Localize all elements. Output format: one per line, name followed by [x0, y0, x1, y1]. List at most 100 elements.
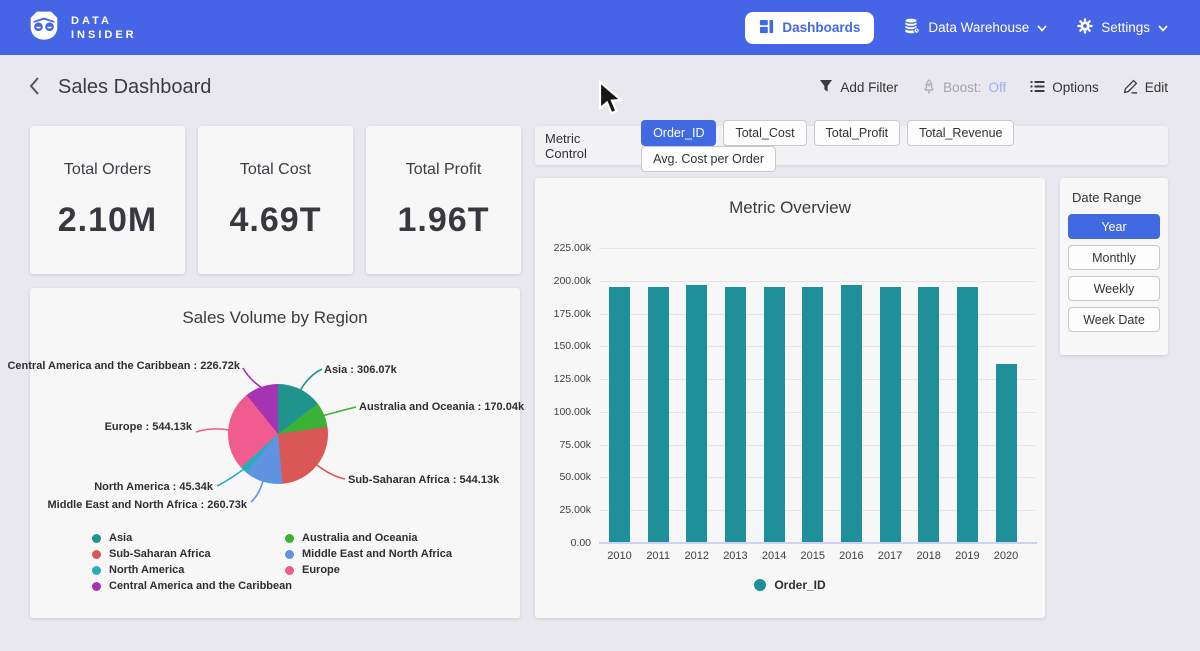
legend-dot — [285, 534, 294, 543]
back-button[interactable] — [28, 76, 40, 99]
y-axis-tick: 75.00k — [535, 439, 591, 451]
options-button[interactable]: Options — [1030, 80, 1099, 96]
pie-leader-line — [251, 481, 263, 502]
x-axis-label: 2019 — [947, 550, 987, 562]
legend-dot — [92, 534, 101, 543]
metric-option-button[interactable]: Avg. Cost per Order — [641, 146, 776, 172]
rocket-icon — [922, 79, 936, 97]
legend-label: Central America and the Caribbean — [109, 580, 292, 592]
metric-control-label: Metric Control — [545, 131, 625, 161]
nav-data-warehouse[interactable]: Data Warehouse — [904, 18, 1047, 37]
chevron-down-icon — [1158, 20, 1168, 35]
app-logo[interactable]: DATA INSIDER — [28, 9, 137, 46]
legend-item[interactable]: Sub-Saharan Africa — [92, 548, 285, 560]
x-axis-label: 2010 — [600, 550, 640, 562]
legend-label: Middle East and North Africa — [302, 548, 452, 560]
legend-label: Order_ID — [774, 578, 825, 592]
legend-item[interactable]: Asia — [92, 532, 285, 544]
bar[interactable] — [918, 287, 939, 543]
date-range-label: Date Range — [1072, 190, 1160, 205]
y-axis-tick: 225.00k — [535, 242, 591, 254]
pie-leader-line — [317, 465, 345, 479]
bar[interactable] — [686, 285, 707, 543]
kpi-card-total-orders: Total Orders 2.10M — [30, 126, 185, 274]
boost-state: Off — [988, 80, 1006, 95]
add-filter-label: Add Filter — [840, 80, 898, 95]
y-axis-tick: 100.00k — [535, 406, 591, 418]
legend-item[interactable]: North America — [92, 564, 285, 576]
y-axis-tick: 125.00k — [535, 373, 591, 385]
pie-callout: Middle East and North Africa : 260.73k — [48, 499, 247, 511]
top-nav: DATA INSIDER Dashboards — [0, 0, 1200, 55]
kpi-value: 2.10M — [58, 201, 158, 240]
pie-callout: Asia : 306.07k — [324, 364, 397, 376]
gridline — [599, 281, 1035, 282]
pie[interactable] — [228, 384, 328, 484]
y-axis-tick: 150.00k — [535, 340, 591, 352]
bar[interactable] — [957, 287, 978, 543]
metric-option-button[interactable]: Total_Profit — [814, 120, 901, 146]
legend-item[interactable]: Europe — [285, 564, 452, 576]
bar[interactable] — [648, 287, 669, 543]
nav-settings[interactable]: Settings — [1077, 18, 1168, 37]
y-axis-tick: 25.00k — [535, 504, 591, 516]
metric-option-button[interactable]: Total_Revenue — [907, 120, 1014, 146]
x-axis-label: 2012 — [677, 550, 717, 562]
kpi-value: 4.69T — [230, 201, 322, 240]
x-axis-label: 2016 — [831, 550, 871, 562]
legend-item[interactable]: Central America and the Caribbean — [92, 580, 285, 592]
x-axis-line — [599, 542, 1037, 544]
options-label: Options — [1052, 80, 1099, 95]
bar[interactable] — [880, 287, 901, 543]
y-axis-tick: 50.00k — [535, 471, 591, 483]
chevron-down-icon — [1037, 20, 1047, 35]
pencil-icon — [1123, 79, 1138, 97]
bar[interactable] — [841, 285, 862, 543]
bar[interactable] — [802, 287, 823, 543]
metric-control-options: Order_ID Total_Cost Total_ProfitTotal_Reve… — [641, 120, 1158, 172]
pie-chart-title: Sales Volume by Region — [30, 308, 520, 328]
kpi-label: Total Orders — [64, 161, 151, 179]
pie-callout: Sub-Saharan Africa : 544.13k — [348, 474, 499, 486]
date-range-option-button[interactable]: Year — [1068, 214, 1160, 239]
bar[interactable] — [764, 287, 785, 543]
list-icon — [1030, 80, 1045, 96]
bar-chart-title: Metric Overview — [535, 198, 1045, 218]
date-range-option-button[interactable]: Week Date — [1068, 307, 1160, 332]
date-range-option-button[interactable]: Weekly — [1068, 276, 1160, 301]
boost-label: Boost: — [943, 80, 981, 95]
kpi-card-total-cost: Total Cost 4.69T — [198, 126, 353, 274]
y-axis-tick: 175.00k — [535, 308, 591, 320]
metric-control-bar: Metric Control Order_IDTotal_CostTotal_P… — [535, 126, 1168, 165]
legend-item[interactable]: Middle East and North Africa — [285, 548, 452, 560]
nav-dashboards-label: Dashboards — [782, 20, 860, 35]
metric-option-button[interactable]: Total_Cost — [723, 120, 806, 146]
bar-legend[interactable]: Order_ID — [535, 578, 1045, 592]
date-range-option-button[interactable]: Monthly — [1068, 245, 1160, 270]
x-axis-label: 2013 — [715, 550, 755, 562]
bar[interactable] — [725, 287, 746, 543]
metric-option-button[interactable]: Order_ID — [641, 120, 716, 146]
boost-toggle[interactable]: Boost: Off — [922, 79, 1006, 97]
legend-item[interactable]: Australia and Oceania — [285, 532, 452, 544]
app-window: DATA INSIDER Dashboards — [0, 0, 1200, 651]
nav-dashboards-button[interactable]: Dashboards — [745, 12, 874, 44]
bar[interactable] — [609, 287, 630, 543]
pie-legend: Asia Australia and OceaniaSub-Saharan Afr… — [92, 532, 452, 592]
bar[interactable] — [996, 364, 1017, 543]
legend-label: Asia — [109, 532, 132, 544]
kpi-label: Total Profit — [406, 161, 482, 179]
gridline — [599, 248, 1035, 249]
x-axis-label: 2018 — [909, 550, 949, 562]
edit-button[interactable]: Edit — [1123, 79, 1168, 97]
pie-callout: Europe : 544.13k — [105, 421, 192, 433]
page-title: Sales Dashboard — [58, 76, 211, 99]
pie-callout: Australia and Oceania : 170.04k — [359, 401, 524, 413]
gear-icon — [1077, 18, 1093, 37]
legend-dot — [92, 566, 101, 575]
pie-leader-line — [196, 429, 229, 432]
filter-icon — [819, 79, 833, 96]
add-filter-button[interactable]: Add Filter — [819, 79, 898, 96]
brand-name: DATA INSIDER — [71, 14, 137, 42]
x-axis-label: 2017 — [870, 550, 910, 562]
